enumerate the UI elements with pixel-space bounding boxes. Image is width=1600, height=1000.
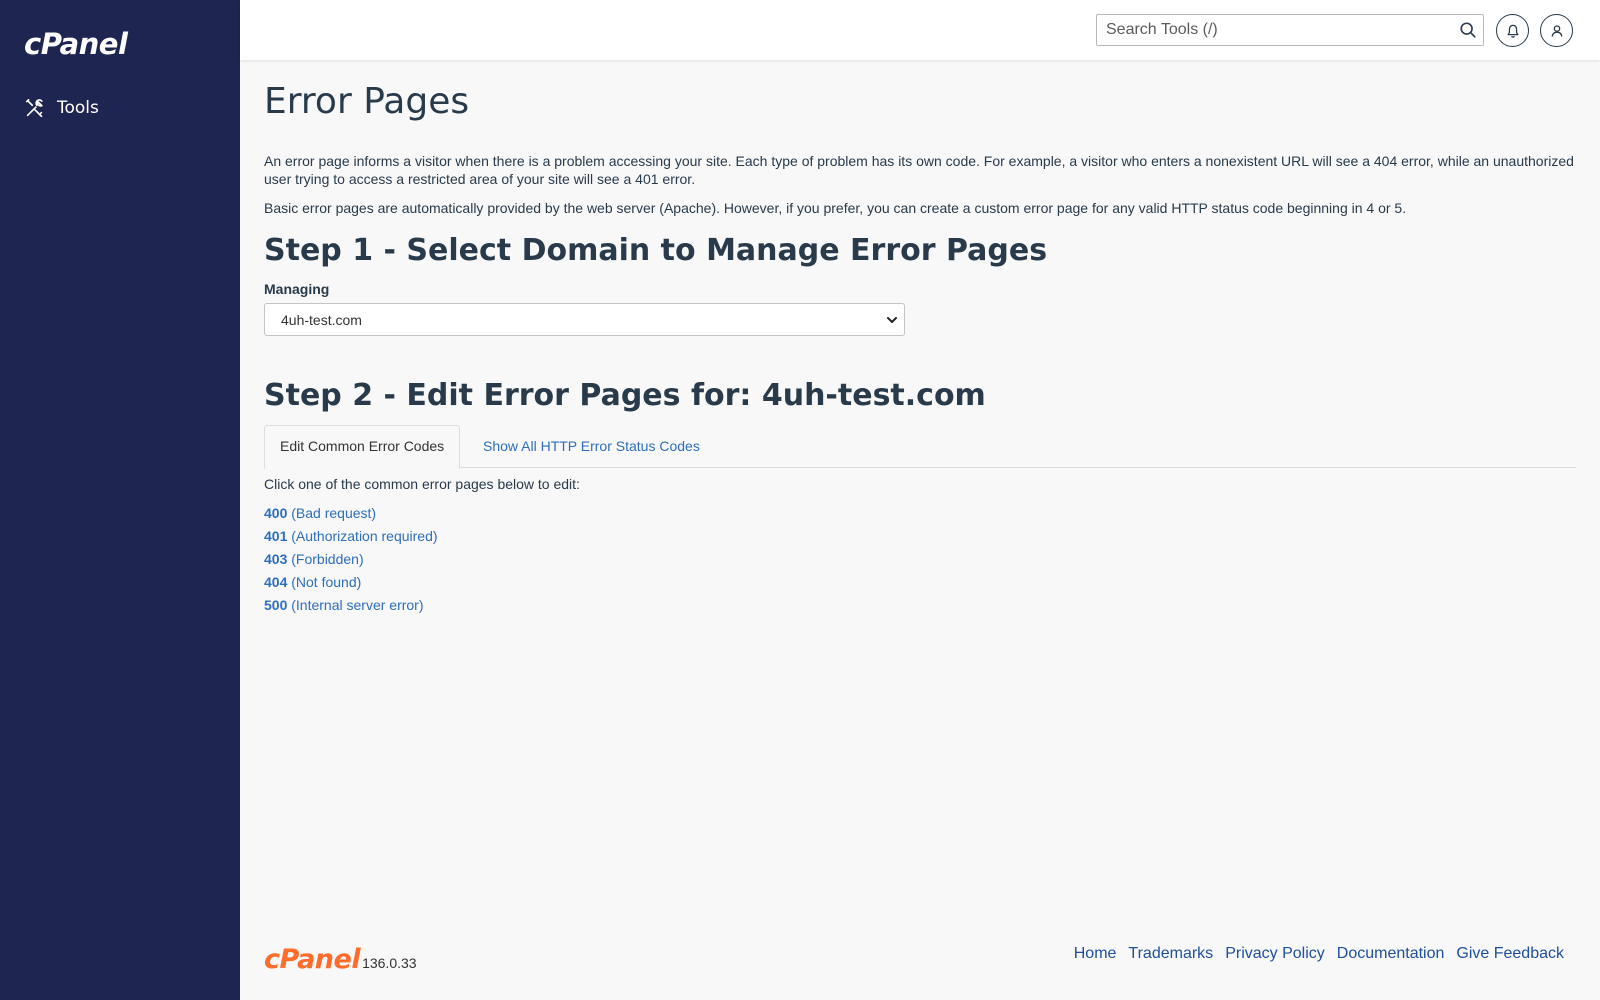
footer-cpanel-logo[interactable]: cPanel xyxy=(264,944,361,975)
list-item: 400 (Bad request) xyxy=(264,502,438,525)
intro-paragraph: An error page informs a visitor when the… xyxy=(264,153,1574,187)
error-code-description: (Bad request) xyxy=(291,505,377,521)
search-input[interactable] xyxy=(1097,15,1447,45)
search-icon[interactable] xyxy=(1459,21,1477,39)
intro-paragraph-2: Basic error pages are automatically prov… xyxy=(264,200,1407,216)
footer-link-home[interactable]: Home xyxy=(1074,945,1117,963)
error-code-description: (Authorization required) xyxy=(291,528,438,544)
list-item: 500 (Internal server error) xyxy=(264,594,438,617)
managing-label: Managing xyxy=(264,281,330,297)
footer-link-trademarks[interactable]: Trademarks xyxy=(1128,945,1213,963)
footer-links: Home Trademarks Privacy Policy Documenta… xyxy=(1062,945,1564,963)
tab-common-error-codes[interactable]: Edit Common Error Codes xyxy=(264,425,461,469)
error-code-link-403[interactable]: 403 (Forbidden) xyxy=(264,551,364,567)
list-item: 404 (Not found) xyxy=(264,571,438,594)
error-code: 403 xyxy=(264,551,288,567)
footer-link-give-feedback[interactable]: Give Feedback xyxy=(1456,945,1564,963)
footer-link-documentation[interactable]: Documentation xyxy=(1337,945,1445,963)
list-item: 403 (Forbidden) xyxy=(264,548,438,571)
tools-icon xyxy=(24,97,46,119)
chevron-down-icon xyxy=(886,314,898,326)
notifications-button[interactable] xyxy=(1496,14,1529,47)
error-code-link-400[interactable]: 400 (Bad request) xyxy=(264,505,376,521)
sidebar: cPanel Tools xyxy=(0,0,240,1000)
user-icon xyxy=(1549,23,1565,39)
error-code-description: (Forbidden) xyxy=(291,551,364,567)
error-code: 404 xyxy=(264,574,288,590)
error-code-link-401[interactable]: 401 (Authorization required) xyxy=(264,528,438,544)
error-code: 401 xyxy=(264,528,288,544)
sidebar-item-label: Tools xyxy=(57,98,99,118)
error-code-description: (Not found) xyxy=(291,574,362,590)
error-code: 500 xyxy=(264,597,288,613)
domain-select-value: 4uh-test.com xyxy=(281,312,362,328)
error-code-list: 400 (Bad request) 401 (Authorization req… xyxy=(264,502,438,617)
tab-all-http-error-codes[interactable]: Show All HTTP Error Status Codes xyxy=(467,425,716,468)
instruction-text: Click one of the common error pages belo… xyxy=(264,476,580,492)
domain-select[interactable]: 4uh-test.com xyxy=(264,303,905,336)
cpanel-logo[interactable]: cPanel xyxy=(24,27,128,61)
list-item: 401 (Authorization required) xyxy=(264,525,438,548)
error-code-description: (Internal server error) xyxy=(291,597,424,613)
error-code-link-404[interactable]: 404 (Not found) xyxy=(264,574,361,590)
page-title: Error Pages xyxy=(264,81,470,122)
user-menu-button[interactable] xyxy=(1540,14,1573,47)
error-code: 400 xyxy=(264,505,288,521)
footer-logo: cPanel 136.0.33 xyxy=(264,944,417,975)
bell-icon xyxy=(1505,23,1521,39)
step1-heading: Step 1 - Select Domain to Manage Error P… xyxy=(264,233,1048,268)
search-box xyxy=(1096,14,1484,46)
version-number: 136.0.33 xyxy=(362,955,417,971)
error-code-link-500[interactable]: 500 (Internal server error) xyxy=(264,597,424,613)
step2-heading: Step 2 - Edit Error Pages for: 4uh-test.… xyxy=(264,378,986,413)
sidebar-item-tools[interactable]: Tools xyxy=(24,94,99,122)
footer-link-privacy-policy[interactable]: Privacy Policy xyxy=(1225,945,1325,963)
top-header xyxy=(240,0,1600,60)
tab-bar: Edit Common Error Codes Show All HTTP Er… xyxy=(264,425,1576,469)
